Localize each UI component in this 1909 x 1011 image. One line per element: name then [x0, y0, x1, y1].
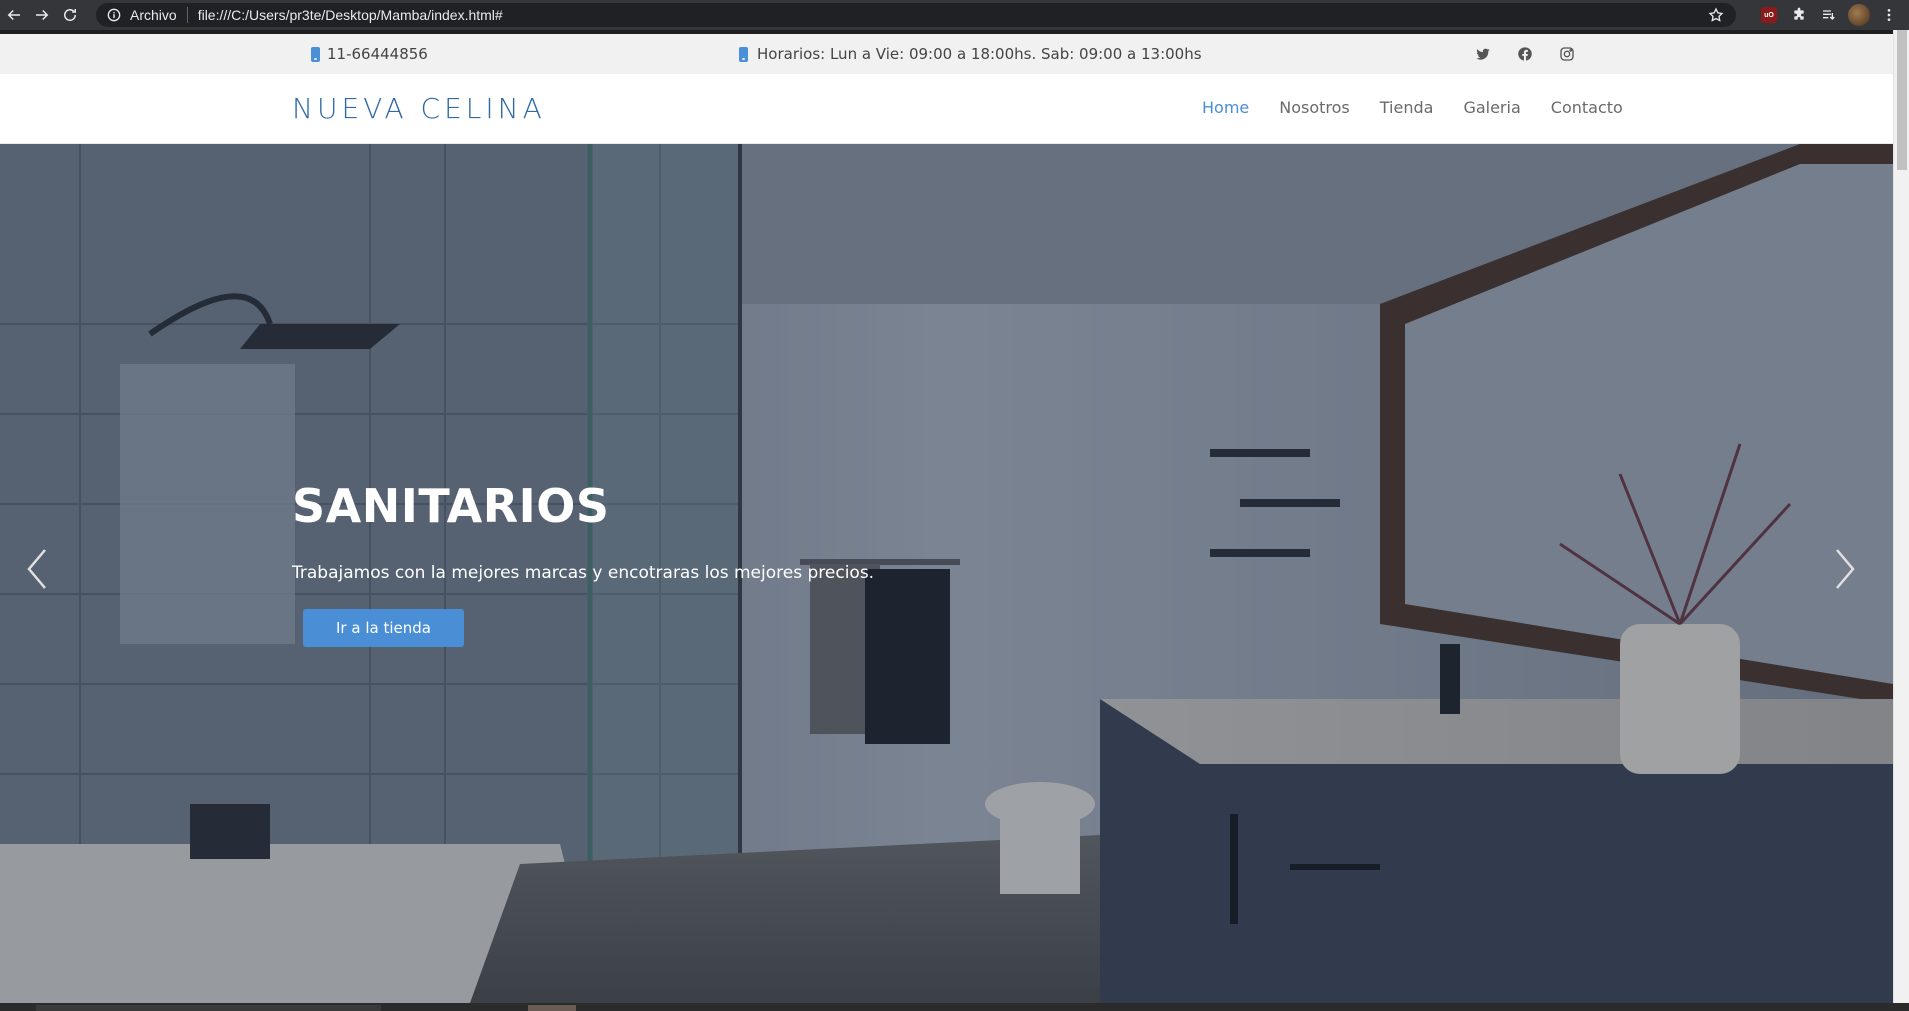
address-bar[interactable]: Archivo file:///C:/Users/pr3te/Desktop/M… [96, 3, 1736, 27]
nav-home[interactable]: Home [1202, 98, 1249, 117]
main-nav: Home Nosotros Tienda Galeria Contacto [1202, 98, 1623, 117]
phone-number: 11-66444856 [327, 45, 428, 63]
taskbar-item[interactable] [528, 1005, 576, 1011]
profile-avatar[interactable] [1847, 3, 1871, 27]
nav-tienda[interactable]: Tienda [1380, 98, 1434, 117]
hero-carousel: SANITARIOS Trabajamos con la mejores mar… [0, 144, 1893, 1003]
secure-label: Archivo [130, 7, 177, 23]
scrollbar-thumb[interactable] [1897, 30, 1907, 170]
nav-contacto[interactable]: Contacto [1551, 98, 1623, 117]
web-page: 11-66444856 Horarios: Lun a Vie: 09:00 a… [0, 34, 1893, 1003]
back-icon[interactable] [0, 1, 28, 29]
divider [186, 7, 188, 23]
phone-info: 11-66444856 [311, 45, 428, 63]
kebab-menu-icon[interactable] [1877, 3, 1901, 27]
social-links [1474, 45, 1576, 63]
reading-list-icon[interactable] [1817, 3, 1841, 27]
hero-overlay [0, 144, 1893, 1003]
url-text[interactable]: file:///C:/Users/pr3te/Desktop/Mamba/ind… [198, 7, 503, 23]
shop-button[interactable]: Ir a la tienda [303, 609, 464, 647]
reload-icon[interactable] [56, 1, 84, 29]
info-topbar: 11-66444856 Horarios: Lun a Vie: 09:00 a… [0, 34, 1893, 74]
carousel-next-icon[interactable] [1830, 544, 1860, 594]
mobile-phone-icon [739, 46, 748, 62]
facebook-icon[interactable] [1516, 45, 1534, 63]
hero-title: SANITARIOS [292, 479, 610, 533]
hero-caption: SANITARIOS Trabajamos con la mejores mar… [292, 479, 874, 647]
hours-text: Horarios: Lun a Vie: 09:00 a 18:00hs. Sa… [757, 45, 1202, 63]
os-taskbar [0, 1003, 1909, 1011]
site-logo[interactable]: NUEVA CELINA [292, 92, 546, 125]
info-icon[interactable] [106, 7, 122, 23]
site-header: NUEVA CELINA Home Nosotros Tienda Galeri… [0, 74, 1893, 144]
page-scrollbar[interactable] [1893, 30, 1909, 1003]
nav-nosotros[interactable]: Nosotros [1279, 98, 1350, 117]
ublock-icon[interactable]: uO [1757, 3, 1781, 27]
browser-toolbar: Archivo file:///C:/Users/pr3te/Desktop/M… [0, 0, 1909, 30]
forward-icon[interactable] [28, 1, 56, 29]
extensions-puzzle-icon[interactable] [1787, 3, 1811, 27]
hours-info: Horarios: Lun a Vie: 09:00 a 18:00hs. Sa… [739, 45, 1202, 63]
extensions-area: uO [1757, 0, 1909, 30]
mobile-phone-icon [311, 46, 320, 62]
bookmark-star-icon[interactable] [1708, 7, 1724, 23]
twitter-icon[interactable] [1474, 45, 1492, 63]
taskbar-item[interactable] [36, 1005, 381, 1011]
instagram-icon[interactable] [1558, 45, 1576, 63]
carousel-prev-icon[interactable] [22, 544, 52, 594]
hero-subtitle: Trabajamos con la mejores marcas y encot… [292, 563, 875, 583]
nav-galeria[interactable]: Galeria [1463, 98, 1520, 117]
